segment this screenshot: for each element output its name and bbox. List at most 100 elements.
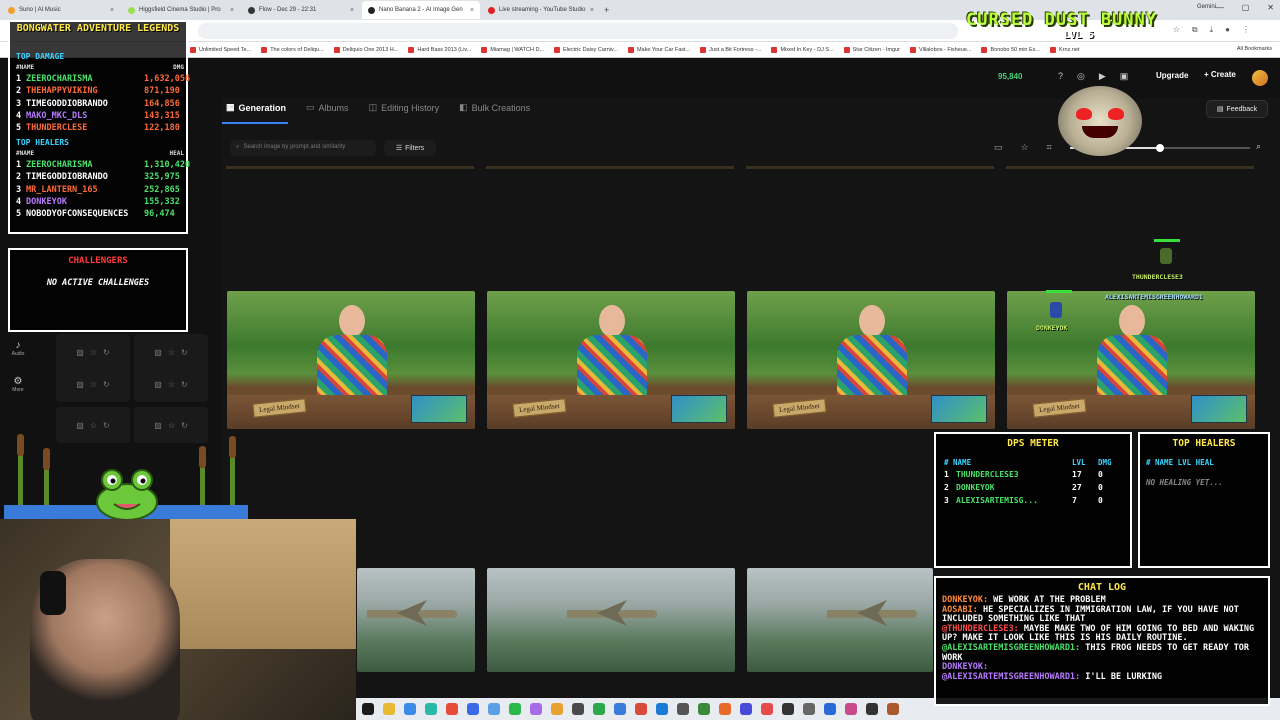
refresh-icon: ↻ bbox=[181, 420, 188, 430]
taskbar-app-icon[interactable] bbox=[656, 703, 668, 715]
browser-tab-youtube[interactable]: Live streaming - YouTube Studio × bbox=[482, 1, 600, 19]
bookmark-item[interactable]: Unlimited Speed Te... bbox=[190, 46, 251, 53]
generated-image[interactable] bbox=[487, 568, 735, 672]
taskbar-app-icon[interactable] bbox=[425, 703, 437, 715]
tab-editing-history[interactable]: ◫ Editing History bbox=[369, 102, 440, 113]
generated-image[interactable] bbox=[747, 568, 933, 672]
taskbar-app-icon[interactable] bbox=[887, 703, 899, 715]
taskbar-app-icon[interactable] bbox=[803, 703, 815, 715]
feedback-button[interactable]: ▤ Feedback bbox=[1206, 100, 1268, 118]
profile-icon[interactable]: ● bbox=[1225, 25, 1230, 35]
favorite-icon[interactable]: ☆ bbox=[1021, 142, 1029, 153]
generated-image[interactable] bbox=[357, 568, 475, 672]
taskbar-app-icon[interactable] bbox=[740, 703, 752, 715]
bookmark-item[interactable]: Just a Bit Fortress -... bbox=[700, 46, 761, 53]
bookmark-item[interactable]: Mixed In Key - DJ S... bbox=[771, 46, 834, 53]
side-nav-more[interactable]: ⚙ More bbox=[6, 376, 30, 393]
create-button[interactable]: + Create bbox=[1198, 67, 1242, 82]
taskbar-app-icon[interactable] bbox=[593, 703, 605, 715]
taskbar-app-icon[interactable] bbox=[761, 703, 773, 715]
zoom-slider-handle[interactable] bbox=[1156, 144, 1164, 152]
image-control[interactable]: ▨ ☆ ↻ bbox=[134, 366, 208, 402]
taskbar-app-icon[interactable] bbox=[572, 703, 584, 715]
generated-image[interactable]: Legal Mindset bbox=[1007, 291, 1255, 429]
taskbar-app-icon[interactable] bbox=[845, 703, 857, 715]
taskbar-app-icon[interactable] bbox=[866, 703, 878, 715]
taskbar-app-icon[interactable] bbox=[446, 703, 458, 715]
leaderboard-row: 1 ZEEROCHARISMA 1,632,056 bbox=[16, 74, 246, 84]
side-nav-audio[interactable]: ♪ Audio bbox=[6, 340, 30, 357]
generated-image[interactable]: Legal Mindset bbox=[227, 291, 475, 429]
challengers-title: CHALLENGERS bbox=[68, 256, 128, 266]
leaderboard-row: 3 MR_LANTERN_165 252,865 bbox=[16, 185, 246, 195]
taskbar-app-icon[interactable] bbox=[719, 703, 731, 715]
zoom-search-icon[interactable]: ⌕ bbox=[1256, 141, 1261, 152]
generated-image[interactable]: Legal Mindset bbox=[747, 291, 995, 429]
select-icon[interactable]: ▭ bbox=[994, 142, 1003, 153]
bookmark-item[interactable]: Miamag | WATCH D... bbox=[481, 46, 544, 53]
browser-tab-higgsfield[interactable]: Higgsfield Cinema Studio | Pro × bbox=[122, 1, 240, 19]
close-tab-icon[interactable]: × bbox=[110, 7, 114, 14]
generation-tabs: ▦ Generation ▭ Albums ◫ Editing History ◧ Bu… bbox=[226, 102, 530, 113]
minimize-icon[interactable]: — bbox=[1216, 3, 1224, 12]
help-icon[interactable]: ? bbox=[1058, 71, 1063, 82]
generated-image[interactable]: Legal Mindset bbox=[487, 291, 735, 429]
menu-icon[interactable]: ⋮ bbox=[1242, 25, 1250, 35]
close-tab-icon[interactable]: × bbox=[230, 7, 234, 14]
discord-icon[interactable]: ◎ bbox=[1077, 71, 1085, 82]
avatar[interactable] bbox=[1252, 70, 1268, 86]
bookmark-item[interactable]: Make Your Car Fast... bbox=[627, 46, 690, 53]
taskbar-app-icon[interactable] bbox=[362, 703, 374, 715]
video-icon[interactable]: ▶ bbox=[1099, 71, 1106, 82]
bookmark-item[interactable]: Electric Daisy Carniv... bbox=[554, 46, 618, 53]
tab-bulk-creations[interactable]: ◧ Bulk Creations bbox=[459, 102, 530, 113]
dps-row: 3 ALEXISARTEMISG... 7 0 bbox=[944, 496, 1124, 505]
taskbar-app-icon[interactable] bbox=[404, 703, 416, 715]
bookmark-item[interactable]: Bonobo 50 min Ex... bbox=[981, 46, 1040, 53]
tab-albums[interactable]: ▭ Albums bbox=[306, 102, 349, 113]
taskbar-app-icon[interactable] bbox=[635, 703, 647, 715]
all-bookmarks-link[interactable]: All Bookmarks bbox=[1237, 46, 1272, 52]
maximize-icon[interactable]: ▢ bbox=[1242, 3, 1250, 12]
gift-icon[interactable]: ▣ bbox=[1120, 71, 1129, 82]
bookmark-item[interactable]: Krnz.net bbox=[1050, 46, 1080, 53]
taskbar-app-icon[interactable] bbox=[467, 703, 479, 715]
close-tab-icon[interactable]: × bbox=[350, 7, 354, 14]
bookmark-item[interactable]: Hard Bass 2013 (Liv... bbox=[408, 46, 471, 53]
image-control[interactable]: ▨ ☆ ↻ bbox=[56, 366, 130, 402]
browser-tab-nano-banana[interactable]: Nano Banana 2 - AI Image Gen × bbox=[362, 1, 480, 19]
close-window-icon[interactable]: ✕ bbox=[1267, 3, 1274, 12]
taskbar-app-icon[interactable] bbox=[488, 703, 500, 715]
search-input[interactable]: ⌕ Search image by prompt and similarity bbox=[230, 140, 376, 156]
crop-icon[interactable]: ⌗ bbox=[1047, 142, 1052, 153]
image-control[interactable]: ▨ ☆ ↻ bbox=[134, 334, 208, 370]
bookmark-item[interactable]: Star Citizen - Imgur bbox=[843, 46, 900, 53]
healers-column-header: #NAME HEAL bbox=[16, 150, 184, 157]
bookmark-item[interactable]: The colors of Deliqu... bbox=[261, 46, 324, 53]
close-tab-icon[interactable]: × bbox=[470, 7, 474, 14]
taskbar-app-icon[interactable] bbox=[698, 703, 710, 715]
taskbar-app-icon[interactable] bbox=[509, 703, 521, 715]
taskbar-app-icon[interactable] bbox=[551, 703, 563, 715]
taskbar-app-icon[interactable] bbox=[824, 703, 836, 715]
browser-tab-suno[interactable]: Suno | AI Music × bbox=[2, 1, 120, 19]
close-tab-icon[interactable]: × bbox=[590, 7, 594, 14]
gemini-button[interactable]: Gemini bbox=[1197, 4, 1216, 10]
taskbar-app-icon[interactable] bbox=[782, 703, 794, 715]
browser-tab-flow[interactable]: Flow - Dec 29 - 22:31 × bbox=[242, 1, 360, 19]
taskbar-app-icon[interactable] bbox=[383, 703, 395, 715]
bookmark-item[interactable]: Deliquio One 2013 H... bbox=[333, 46, 398, 53]
taskbar-app-icon[interactable] bbox=[614, 703, 626, 715]
download-icon[interactable]: ⤓ bbox=[1210, 25, 1214, 35]
filters-button[interactable]: ☰ Filters bbox=[384, 140, 436, 156]
upgrade-button[interactable]: Upgrade bbox=[1152, 68, 1192, 83]
extensions-icon[interactable]: ⧉ bbox=[1192, 25, 1198, 35]
taskbar-app-icon[interactable] bbox=[677, 703, 689, 715]
bunny-eye bbox=[1076, 108, 1092, 120]
bookmark-item[interactable]: Villalobos - Fisheue... bbox=[910, 46, 971, 53]
url-field[interactable] bbox=[198, 23, 958, 39]
taskbar-app-icon[interactable] bbox=[530, 703, 542, 715]
image-control[interactable]: ▨ ☆ ↻ bbox=[56, 334, 130, 370]
star-icon[interactable]: ☆ bbox=[1173, 25, 1180, 35]
new-tab-button[interactable]: + bbox=[604, 5, 609, 15]
